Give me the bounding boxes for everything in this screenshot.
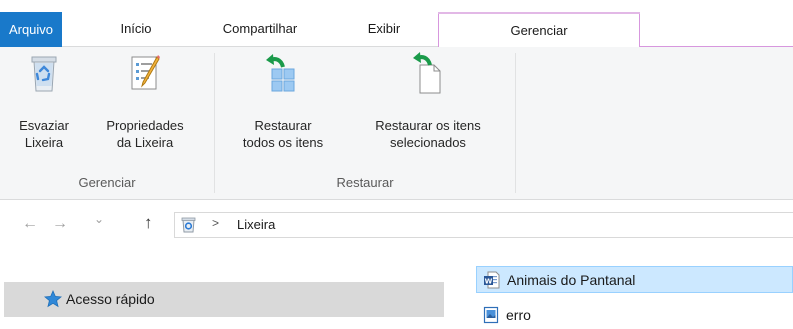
restore-selected-items-button[interactable]: Restaurar os itens selecionados [351,51,505,151]
ribbon-tab-strip: Arquivo Início Compartilhar Exibir Geren… [0,0,793,47]
sidebar-item-label: Acesso rápido [66,291,155,307]
ribbon-panel: Esvaziar Lixeira Propriedades da Lixeira [0,47,793,200]
svg-text:W: W [485,277,493,285]
group-divider [515,53,516,193]
restore-selected-label-2: selecionados [390,135,466,150]
tab-share[interactable]: Compartilhar [200,12,320,46]
restore-selected-label-1: Restaurar os itens [375,118,481,133]
restore-group: Restaurar todos os itens Restaurar os it… [215,47,515,199]
file-name: Animais do Pantanal [507,272,636,288]
recycle-bin-icon [181,217,196,233]
empty-bin-label-2: Lixeira [24,135,64,150]
tab-manage[interactable]: Gerenciar [438,12,640,47]
empty-bin-label-1: Esvaziar [19,118,69,133]
context-tab-band [438,12,640,14]
tab-view[interactable]: Exibir [354,12,414,46]
tab-home[interactable]: Início [106,12,166,46]
up-icon[interactable]: ↑ [144,213,153,233]
breadcrumb-separator[interactable]: > [212,216,219,230]
tab-file[interactable]: Arquivo [0,12,62,47]
properties-label-1: Propriedades [106,118,184,133]
manage-group: Esvaziar Lixeira Propriedades da Lixeira [0,47,214,199]
star-icon [44,289,62,308]
recycle-bin-properties-button[interactable]: Propriedades da Lixeira [88,51,202,151]
sidebar-item-quick-access[interactable]: Acesso rápido [4,282,444,317]
list-item[interactable]: W Animais do Pantanal [476,266,793,293]
properties-icon [125,51,165,95]
properties-label-2: da Lixeira [116,135,174,150]
restore-all-label-1: Restaurar [254,118,312,133]
restore-selected-icon [408,51,448,95]
restore-all-label-2: todos os itens [242,135,324,150]
restore-all-icon [263,51,303,95]
breadcrumb-location[interactable]: Lixeira [237,217,275,232]
address-bar[interactable]: > Lixeira [174,212,793,238]
manage-group-label: Gerenciar [78,175,136,190]
restore-group-label: Restaurar [336,175,394,190]
recycle-bin-icon [24,51,64,95]
word-document-icon: W [484,271,500,289]
navigation-bar: ← → ⌄ ↑ > Lixeira [0,201,793,253]
restore-all-items-button[interactable]: Restaurar todos os itens [219,51,347,151]
list-item[interactable]: erro [476,302,793,329]
empty-recycle-bin-button[interactable]: Esvaziar Lixeira [4,51,84,151]
forward-icon[interactable]: → [52,215,68,233]
image-file-icon [483,306,499,324]
recent-locations-icon[interactable]: ⌄ [94,212,104,226]
back-icon[interactable]: ← [22,215,38,233]
file-name: erro [506,307,531,323]
